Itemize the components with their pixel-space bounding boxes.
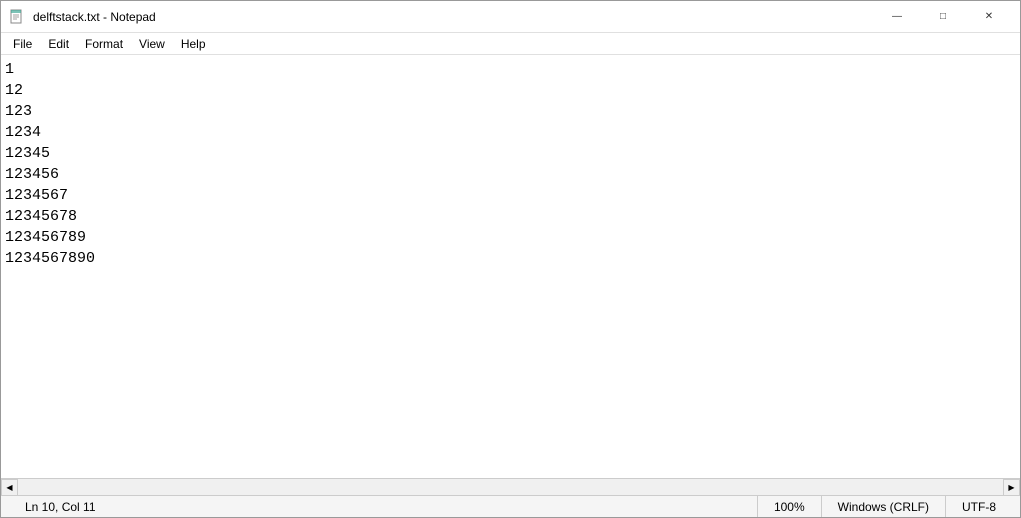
maximize-button[interactable]: □ — [920, 1, 966, 33]
scroll-right-button[interactable]: ▶ — [1003, 479, 1020, 496]
cursor-position: Ln 10, Col 11 — [9, 496, 112, 517]
text-editor[interactable]: 1 12 123 1234 12345 123456 1234567 12345… — [1, 55, 1020, 478]
status-bar: Ln 10, Col 11 100% Windows (CRLF) UTF-8 — [1, 495, 1020, 517]
window-title: delftstack.txt - Notepad — [33, 10, 156, 24]
notepad-window: delftstack.txt - Notepad — □ ✕ File Edit… — [0, 0, 1021, 518]
h-scroll-track[interactable] — [18, 479, 1003, 495]
menu-item-view[interactable]: View — [131, 35, 173, 53]
horizontal-scrollbar[interactable]: ◀ ▶ — [1, 478, 1020, 495]
menu-item-edit[interactable]: Edit — [40, 35, 77, 53]
menu-item-help[interactable]: Help — [173, 35, 214, 53]
minimize-button[interactable]: — — [874, 1, 920, 33]
editor-area: 1 12 123 1234 12345 123456 1234567 12345… — [1, 55, 1020, 478]
title-bar: delftstack.txt - Notepad — □ ✕ — [1, 1, 1020, 33]
menu-item-format[interactable]: Format — [77, 35, 131, 53]
encoding: UTF-8 — [945, 496, 1012, 517]
menu-bar: File Edit Format View Help — [1, 33, 1020, 55]
menu-item-file[interactable]: File — [5, 35, 40, 53]
title-bar-controls: — □ ✕ — [874, 1, 1012, 33]
app-icon — [9, 9, 25, 25]
title-bar-left: delftstack.txt - Notepad — [9, 9, 156, 25]
scroll-left-button[interactable]: ◀ — [1, 479, 18, 496]
line-ending: Windows (CRLF) — [821, 496, 945, 517]
close-button[interactable]: ✕ — [966, 1, 1012, 33]
zoom-level: 100% — [757, 496, 821, 517]
